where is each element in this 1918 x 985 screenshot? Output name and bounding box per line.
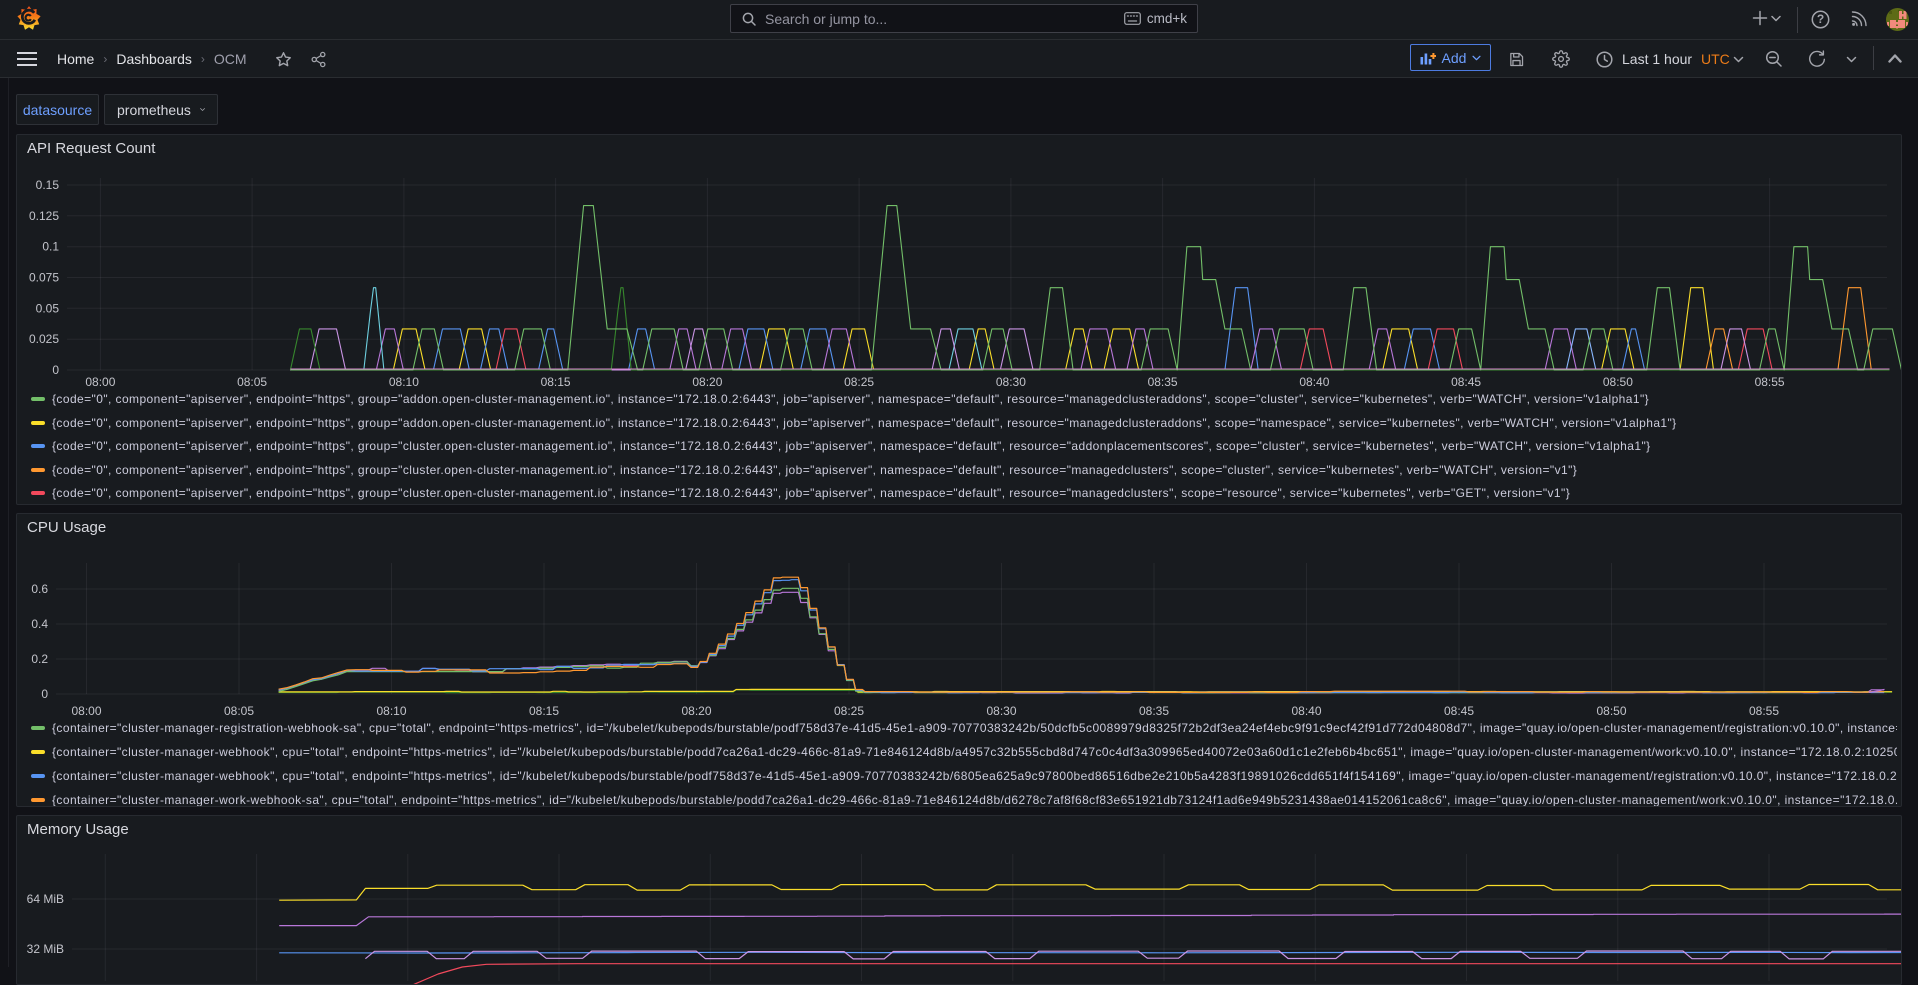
svg-text:64 MiB: 64 MiB: [27, 892, 64, 906]
svg-text:08:00: 08:00: [71, 704, 101, 718]
svg-text:0.125: 0.125: [29, 209, 59, 223]
svg-text:08:30: 08:30: [986, 704, 1016, 718]
svg-text:0: 0: [52, 363, 59, 377]
svg-text:08:40: 08:40: [1291, 704, 1321, 718]
svg-text:0.4: 0.4: [31, 617, 48, 631]
svg-text:08:50: 08:50: [1603, 375, 1633, 389]
svg-text:0.6: 0.6: [31, 582, 48, 596]
svg-text:08:15: 08:15: [529, 704, 559, 718]
svg-text:0.05: 0.05: [36, 301, 60, 315]
svg-text:08:10: 08:10: [376, 704, 406, 718]
svg-text:0.075: 0.075: [29, 271, 59, 285]
svg-text:08:15: 08:15: [541, 375, 571, 389]
svg-text:08:05: 08:05: [237, 375, 267, 389]
svg-text:08:45: 08:45: [1451, 375, 1481, 389]
svg-text:08:20: 08:20: [692, 375, 722, 389]
svg-text:0.1: 0.1: [42, 240, 59, 254]
svg-text:08:00: 08:00: [85, 375, 115, 389]
svg-text:0.025: 0.025: [29, 332, 59, 346]
svg-text:08:40: 08:40: [1299, 375, 1329, 389]
svg-text:0.2: 0.2: [31, 652, 48, 666]
svg-text:08:45: 08:45: [1444, 704, 1474, 718]
svg-text:08:25: 08:25: [844, 375, 874, 389]
svg-text:08:10: 08:10: [389, 375, 419, 389]
svg-text:08:20: 08:20: [681, 704, 711, 718]
svg-text:08:30: 08:30: [996, 375, 1026, 389]
svg-text:08:05: 08:05: [224, 704, 254, 718]
svg-text:0.15: 0.15: [36, 178, 60, 192]
svg-text:0: 0: [41, 687, 48, 701]
svg-text:32 MiB: 32 MiB: [27, 942, 64, 956]
svg-text:08:55: 08:55: [1755, 375, 1785, 389]
svg-text:08:35: 08:35: [1139, 704, 1169, 718]
svg-text:08:50: 08:50: [1596, 704, 1626, 718]
svg-text:08:35: 08:35: [1148, 375, 1178, 389]
svg-text:08:25: 08:25: [834, 704, 864, 718]
svg-text:08:55: 08:55: [1749, 704, 1779, 718]
